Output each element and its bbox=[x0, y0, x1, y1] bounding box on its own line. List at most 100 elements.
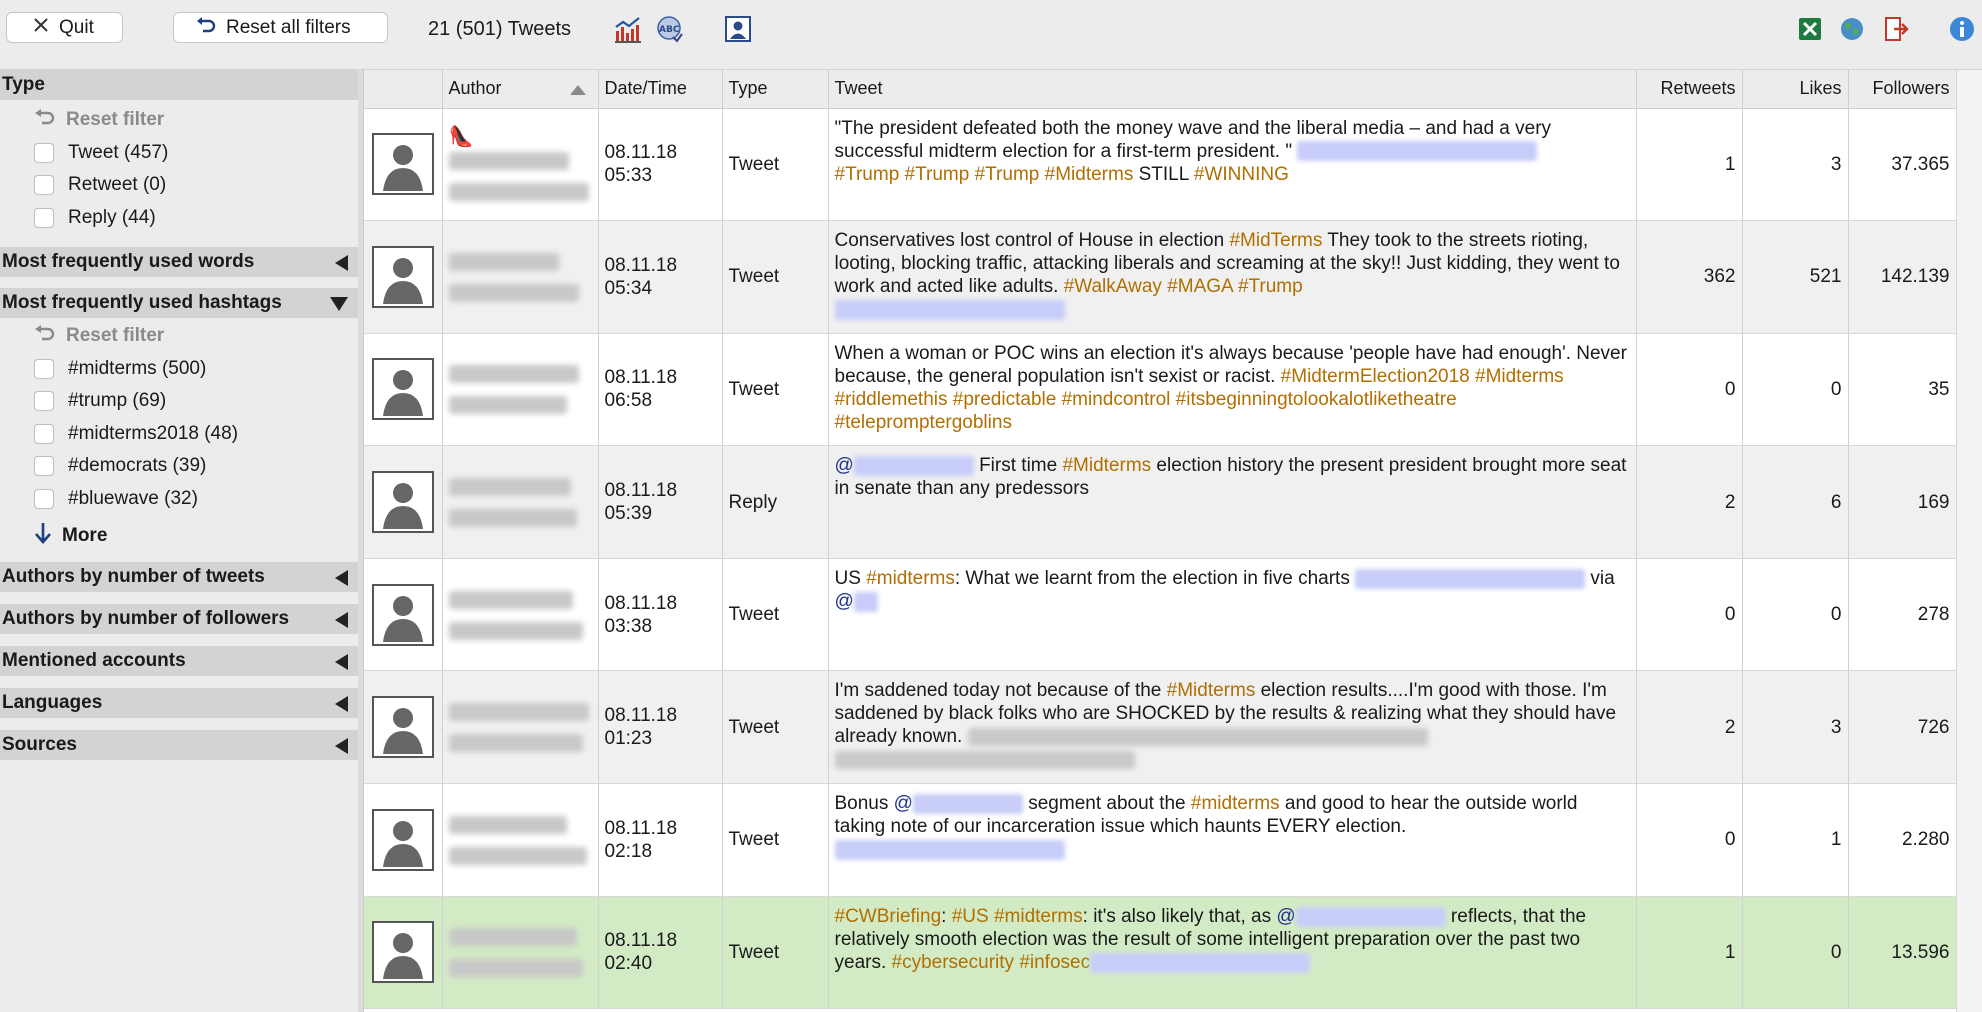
avatar[interactable] bbox=[371, 921, 434, 984]
hashtag-link[interactable]: #cybersecurity bbox=[892, 952, 1015, 973]
globe-icon[interactable] bbox=[1838, 15, 1866, 43]
avatar[interactable] bbox=[371, 245, 434, 308]
redacted-link[interactable] bbox=[1355, 568, 1586, 589]
tweet-cell[interactable]: @ First time #Midterms election history … bbox=[828, 445, 1637, 559]
hashtag-link[interactable]: #midterms bbox=[1191, 793, 1280, 814]
hashtag-link[interactable]: #US bbox=[952, 906, 989, 927]
section-frequent-hashtags[interactable]: Most frequently used hashtags bbox=[0, 288, 358, 318]
hashtag-link[interactable]: #WalkAway bbox=[1064, 276, 1162, 297]
section-authors-by-tweets[interactable]: Authors by number of tweets bbox=[0, 562, 358, 592]
hashtag-link[interactable]: #mindcontrol bbox=[1062, 389, 1171, 410]
table-row[interactable]: 08.11.18 02:40 Tweet #CWBriefing: #US #m… bbox=[364, 896, 1956, 1010]
user-profile-icon[interactable] bbox=[724, 15, 752, 43]
tweet-cell[interactable]: When a woman or POC wins an election it'… bbox=[828, 333, 1637, 447]
table-row[interactable]: 08.11.18 03:38 Tweet US #midterms: What … bbox=[364, 558, 1956, 672]
mention-link[interactable]: @ bbox=[1276, 906, 1295, 927]
hashtag-link[interactable]: #Trump bbox=[835, 164, 900, 185]
section-frequent-words[interactable]: Most frequently used words bbox=[0, 247, 358, 277]
mention-link[interactable]: @ bbox=[835, 455, 854, 476]
redacted-link[interactable] bbox=[853, 456, 974, 477]
author-cell[interactable] bbox=[442, 333, 599, 447]
author-cell[interactable] bbox=[442, 220, 599, 334]
tweet-cell[interactable]: US #midterms: What we learnt from the el… bbox=[828, 558, 1637, 672]
author-cell[interactable] bbox=[442, 670, 599, 785]
column-header-datetime[interactable]: Date/Time bbox=[598, 70, 723, 109]
hashtag-link[interactable]: #Midterms bbox=[1062, 455, 1151, 476]
column-header-followers[interactable]: Followers bbox=[1848, 70, 1956, 109]
filter-hashtag-trump[interactable]: #trump (69) bbox=[34, 390, 166, 412]
type-reset-filter[interactable]: Reset filter bbox=[34, 108, 164, 132]
table-row[interactable]: 👠 08.11.18 05:33 Tweet "The president de… bbox=[364, 108, 1956, 222]
chart-icon[interactable] bbox=[614, 15, 642, 43]
mention-link[interactable]: @ bbox=[894, 793, 913, 814]
hashtag-link[interactable]: #Trump bbox=[905, 164, 970, 185]
column-header-avatar[interactable] bbox=[364, 70, 443, 109]
hashtag-link[interactable]: #itsbeginningtolookalotliketheatre bbox=[1176, 389, 1457, 410]
checkbox[interactable] bbox=[34, 143, 54, 163]
export-icon[interactable] bbox=[1882, 15, 1910, 43]
info-icon[interactable] bbox=[1948, 15, 1976, 43]
avatar[interactable] bbox=[371, 583, 434, 646]
section-type[interactable]: Type bbox=[0, 70, 358, 100]
hashtag-link[interactable]: #telepromptergoblins bbox=[835, 412, 1012, 433]
hashtag-link[interactable]: #infosec bbox=[1019, 952, 1090, 973]
table-row[interactable]: 08.11.18 01:23 Tweet I'm saddened today … bbox=[364, 670, 1956, 785]
hashtag-link[interactable]: #MidtermElection2018 bbox=[1281, 366, 1470, 387]
hashtags-reset-filter[interactable]: Reset filter bbox=[34, 324, 164, 348]
checkbox[interactable] bbox=[34, 208, 54, 228]
tweet-cell[interactable]: #CWBriefing: #US #midterms: it's also li… bbox=[828, 896, 1637, 1010]
table-row[interactable]: 08.11.18 06:58 Tweet When a woman or POC… bbox=[364, 333, 1956, 447]
hashtag-link[interactable]: #MidTerms bbox=[1229, 230, 1322, 251]
column-header-tweet[interactable]: Tweet bbox=[828, 70, 1637, 109]
filter-hashtag-democrats[interactable]: #democrats (39) bbox=[34, 455, 206, 477]
redacted-link[interactable] bbox=[834, 300, 1065, 321]
avatar[interactable] bbox=[371, 471, 434, 534]
redacted-link[interactable] bbox=[912, 794, 1023, 815]
table-row[interactable]: 08.11.18 05:34 Tweet Conservatives lost … bbox=[364, 220, 1956, 334]
section-sources[interactable]: Sources bbox=[0, 730, 358, 760]
column-header-type[interactable]: Type bbox=[722, 70, 829, 109]
vertical-scrollbar[interactable] bbox=[1956, 70, 1982, 1012]
hashtag-link[interactable]: #Trump bbox=[1238, 276, 1303, 297]
hashtag-link[interactable]: #midterms bbox=[994, 906, 1083, 927]
checkbox[interactable] bbox=[34, 424, 54, 444]
author-cell[interactable]: 👠 bbox=[442, 108, 599, 222]
checkbox[interactable] bbox=[34, 489, 54, 509]
more-hashtags-link[interactable]: More bbox=[34, 522, 107, 550]
hashtag-link[interactable]: #midterms bbox=[866, 568, 955, 589]
filter-hashtag-bluewave[interactable]: #bluewave (32) bbox=[34, 488, 198, 510]
section-authors-by-followers[interactable]: Authors by number of followers bbox=[0, 604, 358, 634]
checkbox[interactable] bbox=[34, 391, 54, 411]
avatar[interactable] bbox=[371, 133, 434, 196]
hashtag-link[interactable]: #MAGA bbox=[1167, 276, 1232, 297]
hashtag-link[interactable]: #riddlemethis bbox=[835, 389, 948, 410]
spellcheck-icon[interactable]: ABC bbox=[655, 15, 683, 43]
author-cell[interactable] bbox=[442, 896, 599, 1010]
author-cell[interactable] bbox=[442, 558, 599, 672]
avatar[interactable] bbox=[371, 808, 434, 871]
author-cell[interactable] bbox=[442, 445, 599, 559]
filter-retweet[interactable]: Retweet (0) bbox=[34, 174, 166, 196]
redacted-link[interactable] bbox=[834, 840, 1065, 861]
filter-reply[interactable]: Reply (44) bbox=[34, 207, 156, 229]
checkbox[interactable] bbox=[34, 359, 54, 379]
checkbox[interactable] bbox=[34, 175, 54, 195]
tweet-cell[interactable]: Bonus @ segment about the #midterms and … bbox=[828, 783, 1637, 897]
section-languages[interactable]: Languages bbox=[0, 688, 358, 718]
avatar[interactable] bbox=[371, 358, 434, 421]
hashtag-link[interactable]: #Midterms bbox=[1167, 680, 1256, 701]
hashtag-link[interactable]: #WINNING bbox=[1194, 164, 1289, 185]
section-mentioned-accounts[interactable]: Mentioned accounts bbox=[0, 646, 358, 676]
author-cell[interactable] bbox=[442, 783, 599, 897]
hashtag-link[interactable]: #Trump bbox=[975, 164, 1040, 185]
redacted-link[interactable] bbox=[1295, 906, 1446, 927]
reset-all-filters-button[interactable]: Reset all filters bbox=[173, 12, 388, 43]
excel-icon[interactable] bbox=[1796, 15, 1824, 43]
hashtag-link[interactable]: #CWBriefing bbox=[835, 906, 942, 927]
filter-hashtag-midterms[interactable]: #midterms (500) bbox=[34, 358, 206, 380]
redacted-link[interactable] bbox=[1297, 141, 1538, 162]
redacted-link[interactable] bbox=[1090, 952, 1311, 973]
hashtag-link[interactable]: #Midterms bbox=[1045, 164, 1134, 185]
table-row[interactable]: 08.11.18 02:18 Tweet Bonus @ segment abo… bbox=[364, 783, 1956, 897]
hashtag-link[interactable]: #Midterms bbox=[1475, 366, 1564, 387]
